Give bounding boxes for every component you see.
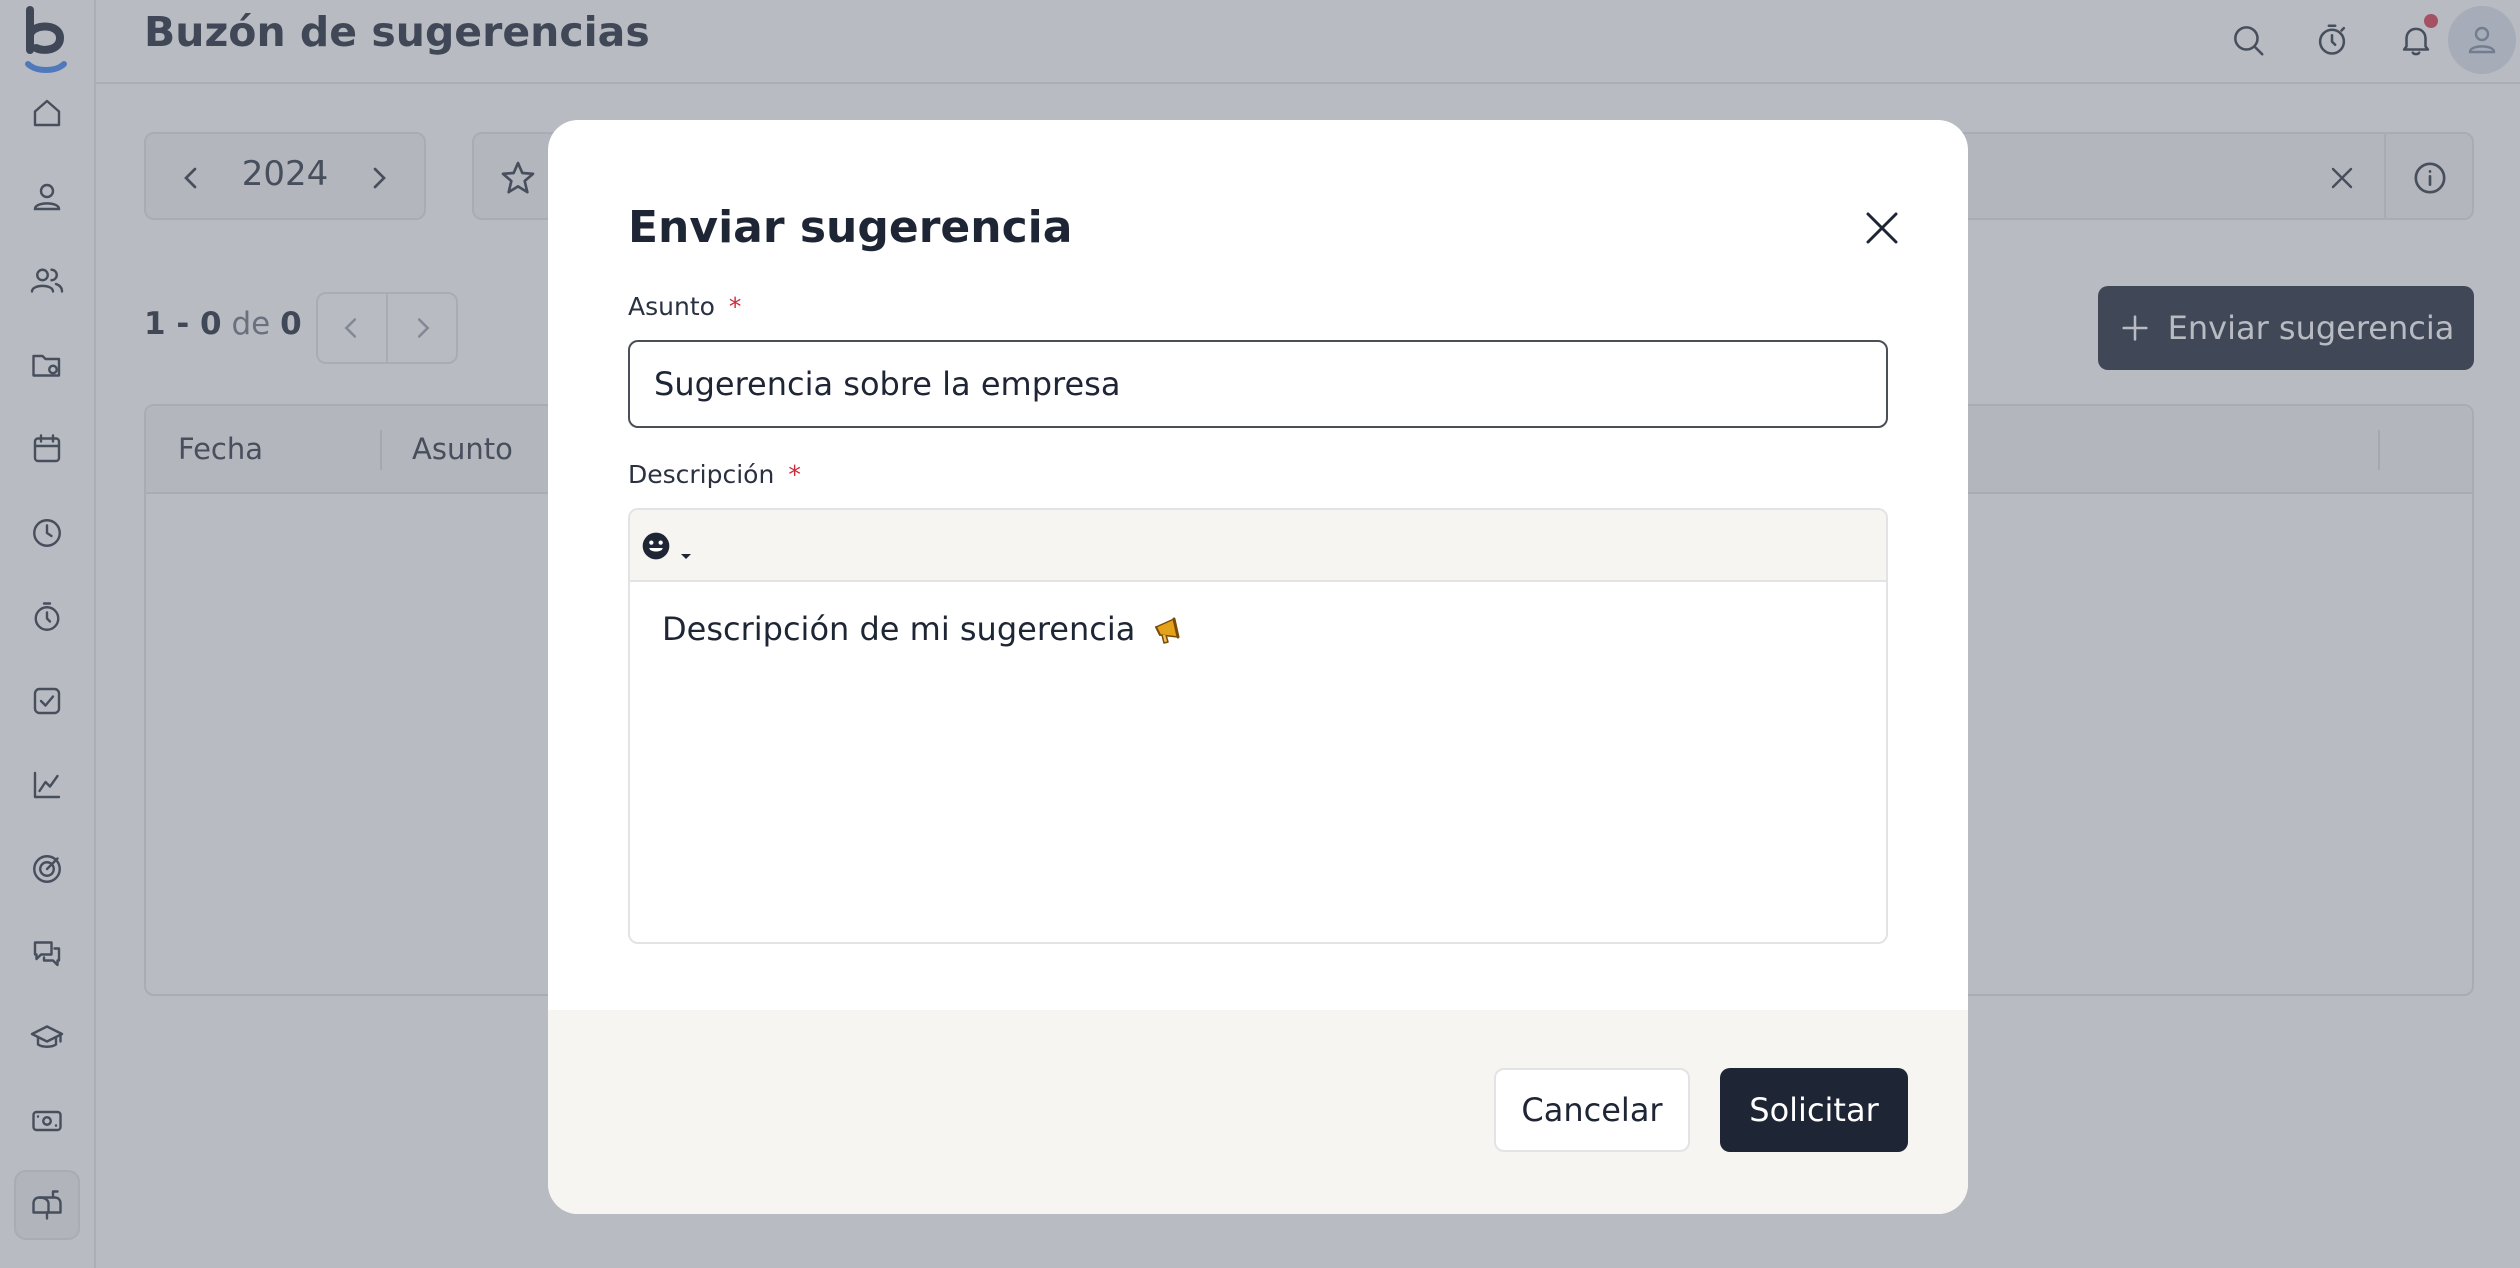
- subject-label-text: Asunto: [628, 292, 715, 321]
- description-content: Descripción de mi sugerencia: [662, 610, 1136, 648]
- megaphone-icon: [1154, 617, 1180, 644]
- subject-input[interactable]: [628, 340, 1888, 428]
- submit-button[interactable]: Solicitar: [1720, 1068, 1908, 1152]
- description-editor[interactable]: Descripción de mi sugerencia: [628, 508, 1888, 944]
- description-text[interactable]: Descripción de mi sugerencia: [662, 610, 1854, 648]
- description-label: Descripción *: [628, 460, 801, 489]
- dialog-title: Enviar sugerencia: [628, 202, 1073, 253]
- smiley-icon: [642, 532, 670, 560]
- required-mark: *: [788, 460, 801, 489]
- emoji-picker-button[interactable]: [640, 524, 710, 568]
- description-label-text: Descripción: [628, 460, 775, 489]
- dialog-footer: Cancelar Solicitar: [548, 1010, 1968, 1214]
- subject-label: Asunto *: [628, 292, 741, 321]
- caret-down-icon: [681, 554, 691, 559]
- cancel-button[interactable]: Cancelar: [1494, 1068, 1690, 1152]
- close-icon[interactable]: [1858, 204, 1906, 252]
- send-suggestion-dialog: Enviar sugerencia Asunto * Descripción * D…: [548, 120, 1968, 1214]
- required-mark: *: [728, 292, 742, 321]
- editor-toolbar: [630, 510, 1886, 582]
